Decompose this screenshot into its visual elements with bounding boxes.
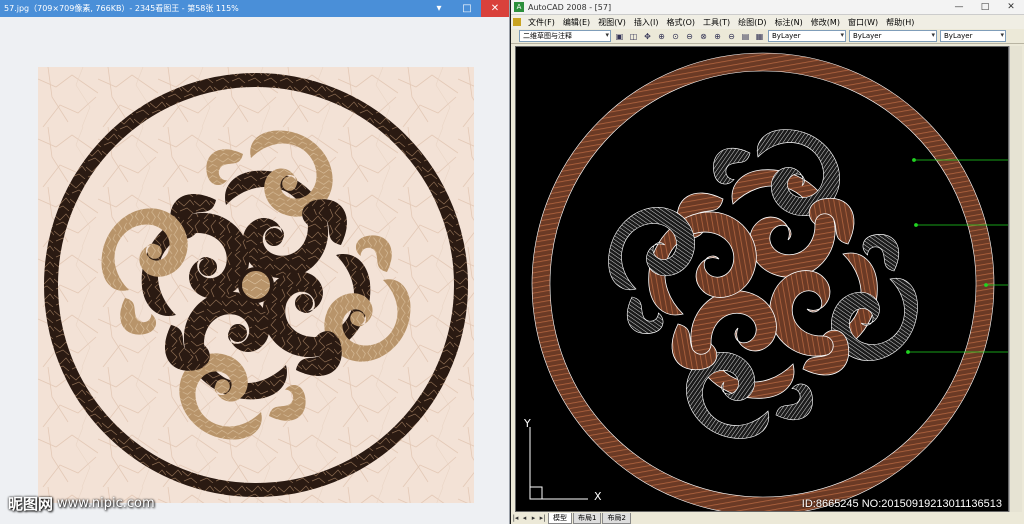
zoom-window-icon[interactable]: ⊙ [670,31,681,42]
tab-nav-first[interactable]: |◂ [511,514,520,522]
zoom-previous-icon[interactable]: ⊖ [684,31,695,42]
lineweight-select[interactable]: ByLayer ▾ [940,30,1006,42]
image-id-stamp: ID:8665245 NO:20150919213011136513 [801,498,1002,510]
ucs-x-label: X [594,490,602,503]
cad-ornament [608,129,918,439]
menu-format[interactable]: 格式(O) [662,17,699,28]
workspace-select[interactable]: 二维草图与注释 ▾ [519,30,611,42]
menu-view[interactable]: 视图(V) [594,17,630,28]
watermark-logo: 昵图网 [8,495,54,513]
menu-help[interactable]: 帮助(H) [882,17,918,28]
cad-title: AutoCAD 2008 - [57] [528,2,612,12]
menu-file[interactable]: 文件(F) [524,17,559,28]
color-value: ByLayer [772,32,801,40]
cad-menubar: 文件(F) 编辑(E) 视图(V) 插入(I) 格式(O) 工具(T) 绘图(D… [511,15,1024,29]
properties-icon[interactable]: ▤ [740,31,751,42]
lineweight-value: ByLayer [944,32,973,40]
tab-nav-last[interactable]: ▸| [538,514,547,522]
cad-close-button[interactable]: ✕ [998,0,1024,15]
zoom-realtime-icon[interactable]: ⊕ [656,31,667,42]
workspace-settings-icon[interactable]: ▣ [614,31,625,42]
tab-nav-prev[interactable]: ◂ [520,514,529,522]
ucs-y-label: Y [524,417,531,430]
layer-icon[interactable]: ◫ [628,31,639,42]
viewer-title: 57.jpg（709×709像素, 766KB）- 2345看图王 - 第58张… [4,4,239,13]
design-center-icon[interactable]: ▦ [754,31,765,42]
cad-titlebar[interactable]: A AutoCAD 2008 - [57] — □ ✕ [511,0,1024,15]
layout-tabs: |◂ ◂ ▸ ▸| 模型 布局1 布局2 [511,512,1022,524]
viewer-close-button[interactable]: ✕ [481,0,509,17]
tab-layout2[interactable]: 布局2 [602,512,631,524]
viewer-maximize-button[interactable]: □ [453,0,481,17]
ucs-icon [529,427,588,500]
cad-drawing-area[interactable]: Y X [515,46,1009,512]
cad-maximize-button[interactable]: □ [972,0,998,15]
viewer-minimize-button[interactable]: ▾ [425,0,453,17]
menu-dimension[interactable]: 标注(N) [771,17,807,28]
document-menu-icon[interactable] [513,18,521,26]
menu-window[interactable]: 窗口(W) [844,17,882,28]
color-select[interactable]: ByLayer ▾ [768,30,846,42]
zoom-extents-icon[interactable]: ⊗ [698,31,709,42]
image-viewer-window: 57.jpg（709×709像素, 766KB）- 2345看图王 - 第58张… [0,0,510,524]
zoom-in-icon[interactable]: ⊕ [712,31,723,42]
workspace-value: 二维草图与注释 [523,32,572,40]
marble-medallion-image [38,67,474,503]
autocad-window: A AutoCAD 2008 - [57] — □ ✕ 文件(F) 编辑(E) … [511,0,1024,524]
tab-model[interactable]: 模型 [548,512,572,524]
tab-nav-next[interactable]: ▸ [529,514,538,522]
site-watermark: 昵图网 www.nipic.com [8,493,155,514]
linetype-value: ByLayer [853,32,882,40]
menu-insert[interactable]: 插入(I) [630,17,663,28]
linetype-select[interactable]: ByLayer ▾ [849,30,937,42]
menu-modify[interactable]: 修改(M) [807,17,844,28]
menu-tools[interactable]: 工具(T) [699,17,734,28]
autocad-app-icon: A [514,2,524,12]
menu-edit[interactable]: 编辑(E) [559,17,594,28]
viewer-titlebar[interactable]: 57.jpg（709×709像素, 766KB）- 2345看图王 - 第58张… [0,0,509,17]
vertical-scrollbar[interactable] [1009,46,1022,512]
cad-toolbar: 二维草图与注释 ▾ ▣ ◫ ✥ ⊕ ⊙ ⊖ ⊗ ⊕ ⊖ ▤ ▦ ByLayer ▾ … [511,29,1024,44]
pan-icon[interactable]: ✥ [642,31,653,42]
cad-minimize-button[interactable]: — [946,0,972,15]
zoom-out-icon[interactable]: ⊖ [726,31,737,42]
menu-draw[interactable]: 绘图(D) [734,17,770,28]
tab-layout1[interactable]: 布局1 [573,512,602,524]
watermark-url: www.nipic.com [57,496,155,511]
